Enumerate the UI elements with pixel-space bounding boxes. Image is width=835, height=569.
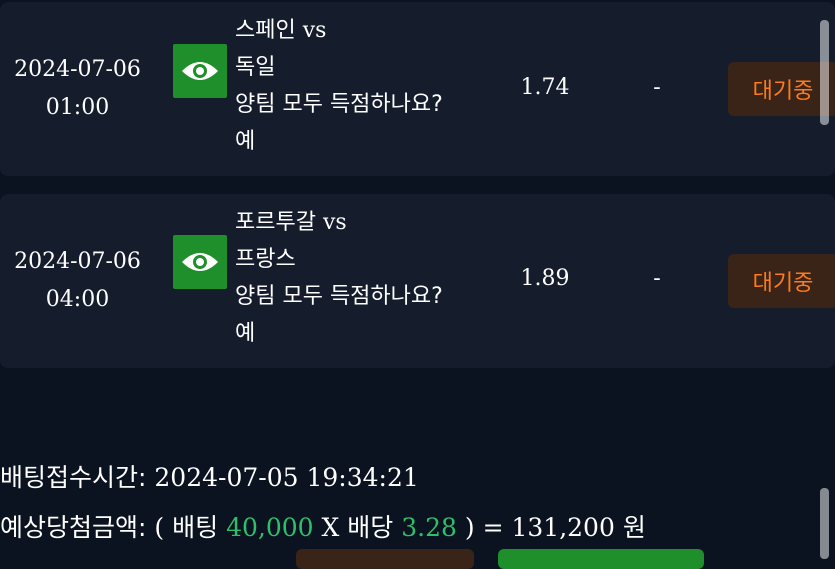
odds-label: 배당	[347, 513, 394, 542]
market-name: 양팀 모두 득점하나요?	[235, 284, 443, 309]
total-odds: 3.28	[401, 513, 457, 542]
match-info: 스페인 vs 독일 양팀 모두 득점하나요? 예	[235, 12, 515, 160]
away-team: 프랑스	[235, 247, 296, 272]
vs-label: vs	[322, 210, 347, 235]
bet-odds: 1.74	[520, 75, 570, 100]
home-team: 포르투갈	[235, 210, 316, 235]
receipt-time-row: 배팅접수시간: 2024-07-05 19:34:21	[0, 458, 419, 494]
bet-time: 04:00	[45, 287, 110, 312]
open-paren: (	[154, 513, 165, 542]
home-team: 스페인	[235, 18, 296, 43]
bet-odds: 1.89	[520, 266, 570, 291]
vs-label: vs	[302, 18, 327, 43]
bet-card-1: 2024-07-06 01:00 스페인 vs 독일 양팀 모두 득점하나요? …	[0, 2, 835, 176]
away-team: 독일	[235, 55, 276, 80]
bottom-button-left[interactable]	[296, 549, 474, 569]
status-badge: 대기중	[728, 62, 835, 116]
pick: 예	[235, 321, 256, 346]
bet-card-2: 2024-07-06 04:00 포르투갈 vs 프랑스 양팀 모두 득점하나요…	[0, 194, 835, 368]
card-scrollbar[interactable]	[820, 20, 829, 125]
bet-label: 배팅	[172, 513, 219, 542]
bet-datetime: 2024-07-06 01:00	[0, 2, 155, 176]
receipt-time: 2024-07-05 19:34:21	[154, 463, 419, 492]
status-badge: 대기중	[728, 254, 835, 308]
bet-date: 2024-07-06	[14, 57, 141, 82]
eye-icon	[182, 253, 218, 271]
bet-result: -	[653, 266, 661, 291]
currency-unit: 원	[622, 513, 646, 542]
bet-result: -	[653, 75, 661, 100]
times-sign: X	[321, 513, 340, 542]
market-name: 양팀 모두 득점하나요?	[235, 92, 443, 117]
view-button[interactable]	[173, 235, 227, 289]
match-info: 포르투갈 vs 프랑스 양팀 모두 득점하나요? 예	[235, 204, 515, 352]
pick: 예	[235, 129, 256, 154]
close-equals: ) =	[464, 513, 504, 542]
bet-datetime: 2024-07-06 04:00	[0, 194, 155, 368]
page-scrollbar[interactable]	[820, 488, 829, 559]
expected-label: 예상당첨금액:	[0, 513, 147, 542]
view-button[interactable]	[173, 44, 227, 98]
payout-amount: 131,200	[511, 513, 615, 542]
expected-payout-row: 예상당첨금액: ( 배팅 40,000 X 배당 3.28 ) = 131,20…	[0, 508, 646, 544]
receipt-label: 배팅접수시간:	[0, 463, 147, 492]
bottom-button-right[interactable]	[498, 549, 704, 569]
eye-icon	[182, 62, 218, 80]
bet-amount: 40,000	[226, 513, 314, 542]
bet-time: 01:00	[45, 95, 110, 120]
bet-date: 2024-07-06	[14, 249, 141, 274]
